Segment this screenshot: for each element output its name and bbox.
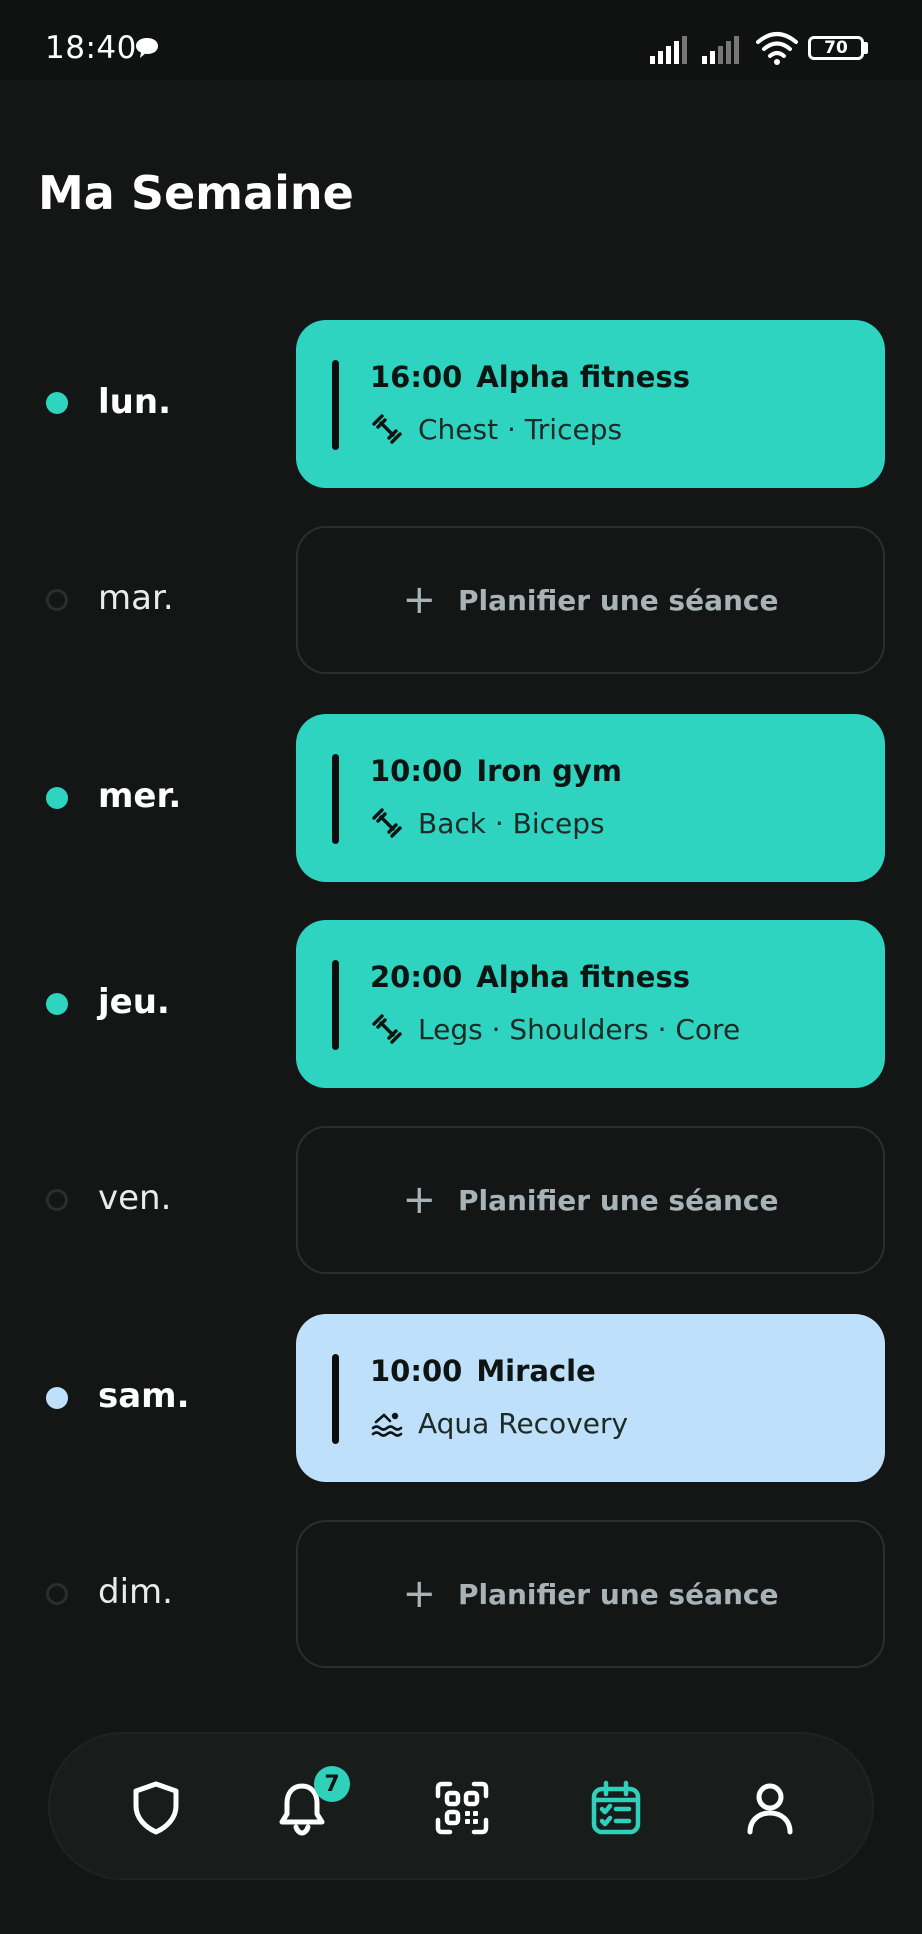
signal-icon (650, 36, 687, 64)
wifi-icon (756, 32, 798, 65)
session-time: 10:00 (370, 1354, 463, 1388)
session-gym: Miracle (476, 1354, 596, 1388)
session-time: 16:00 (370, 360, 463, 394)
profile-icon (747, 1783, 793, 1835)
session-gym: Alpha fitness (476, 360, 690, 394)
day-label: lun. (98, 382, 171, 422)
plan-session-label: Planifier une séance (457, 583, 779, 617)
notification-badge: 7 (314, 1766, 350, 1802)
day-status-dot (46, 787, 68, 809)
plan-session-button[interactable]: + Planifier une séance (296, 1520, 885, 1668)
session-time: 20:00 (370, 960, 463, 994)
plan-session-label: Planifier une séance (457, 1577, 779, 1611)
session-gym: Iron gym (476, 754, 622, 788)
card-accent-bar (332, 1354, 339, 1444)
battery-indicator: 70 (808, 36, 864, 60)
card-accent-bar (332, 960, 339, 1050)
day-label: mar. (98, 578, 174, 618)
plan-session-button[interactable]: + Planifier une séance (296, 1126, 885, 1274)
dumbbell-icon (372, 1014, 402, 1044)
shield-icon (133, 1781, 179, 1835)
nav-profile[interactable] (740, 1778, 800, 1838)
dumbbell-icon (372, 414, 402, 444)
day-label: dim. (98, 1572, 173, 1612)
day-label: mer. (98, 776, 182, 816)
message-icon (136, 38, 158, 58)
swimming-icon (371, 1412, 403, 1437)
dumbbell-icon (372, 808, 402, 838)
plan-session-label: Planifier une séance (457, 1183, 779, 1217)
session-card[interactable]: 20:00 Alpha fitness Legs · Shoulders · Co… (296, 920, 885, 1088)
day-status-dot (46, 1583, 68, 1605)
nav-home[interactable] (126, 1778, 186, 1838)
qr-code-icon (435, 1781, 489, 1835)
plus-icon: + (402, 577, 436, 623)
day-status-dot (46, 1387, 68, 1409)
session-time: 10:00 (370, 754, 463, 788)
session-title: 16:00 Alpha fitness (370, 360, 690, 394)
page-title: Ma Semaine (38, 166, 354, 220)
session-title: 20:00 Alpha fitness (370, 960, 690, 994)
day-status-dot (46, 392, 68, 414)
status-bar: 18:40 70 (0, 0, 922, 80)
signal-icon (702, 36, 739, 64)
plus-icon: + (402, 1177, 436, 1223)
session-gym: Alpha fitness (476, 960, 690, 994)
session-detail-row: Back · Biceps (370, 806, 605, 840)
session-card[interactable]: 10:00 Miracle Aqua Recovery (296, 1314, 885, 1482)
calendar-icon (591, 1780, 641, 1835)
day-status-dot (46, 1189, 68, 1211)
nav-calendar[interactable] (586, 1778, 646, 1838)
battery-nub (864, 42, 868, 54)
session-detail-row: Chest · Triceps (370, 412, 622, 446)
day-label: sam. (98, 1376, 190, 1416)
plan-session-button[interactable]: + Planifier une séance (296, 526, 885, 674)
session-title: 10:00 Iron gym (370, 754, 622, 788)
session-detail: Back · Biceps (418, 806, 605, 840)
day-status-dot (46, 589, 68, 611)
day-status-dot (46, 993, 68, 1015)
session-card[interactable]: 10:00 Iron gym Back · Biceps (296, 714, 885, 882)
session-title: 10:00 Miracle (370, 1354, 596, 1388)
card-accent-bar (332, 754, 339, 844)
card-accent-bar (332, 360, 339, 450)
day-label: jeu. (98, 982, 170, 1022)
session-card[interactable]: 16:00 Alpha fitness Chest · Triceps (296, 320, 885, 488)
plus-icon: + (402, 1571, 436, 1617)
nav-qr-code[interactable] (432, 1778, 492, 1838)
session-detail: Chest · Triceps (418, 412, 623, 446)
session-detail: Aqua Recovery (418, 1406, 629, 1440)
session-detail: Legs · Shoulders · Core (418, 1012, 741, 1046)
status-time: 18:40 (45, 30, 137, 66)
bottom-nav: 7 (48, 1732, 874, 1880)
session-detail-row: Legs · Shoulders · Core (370, 1012, 740, 1046)
session-detail-row: Aqua Recovery (370, 1406, 628, 1440)
day-label: ven. (98, 1178, 172, 1218)
